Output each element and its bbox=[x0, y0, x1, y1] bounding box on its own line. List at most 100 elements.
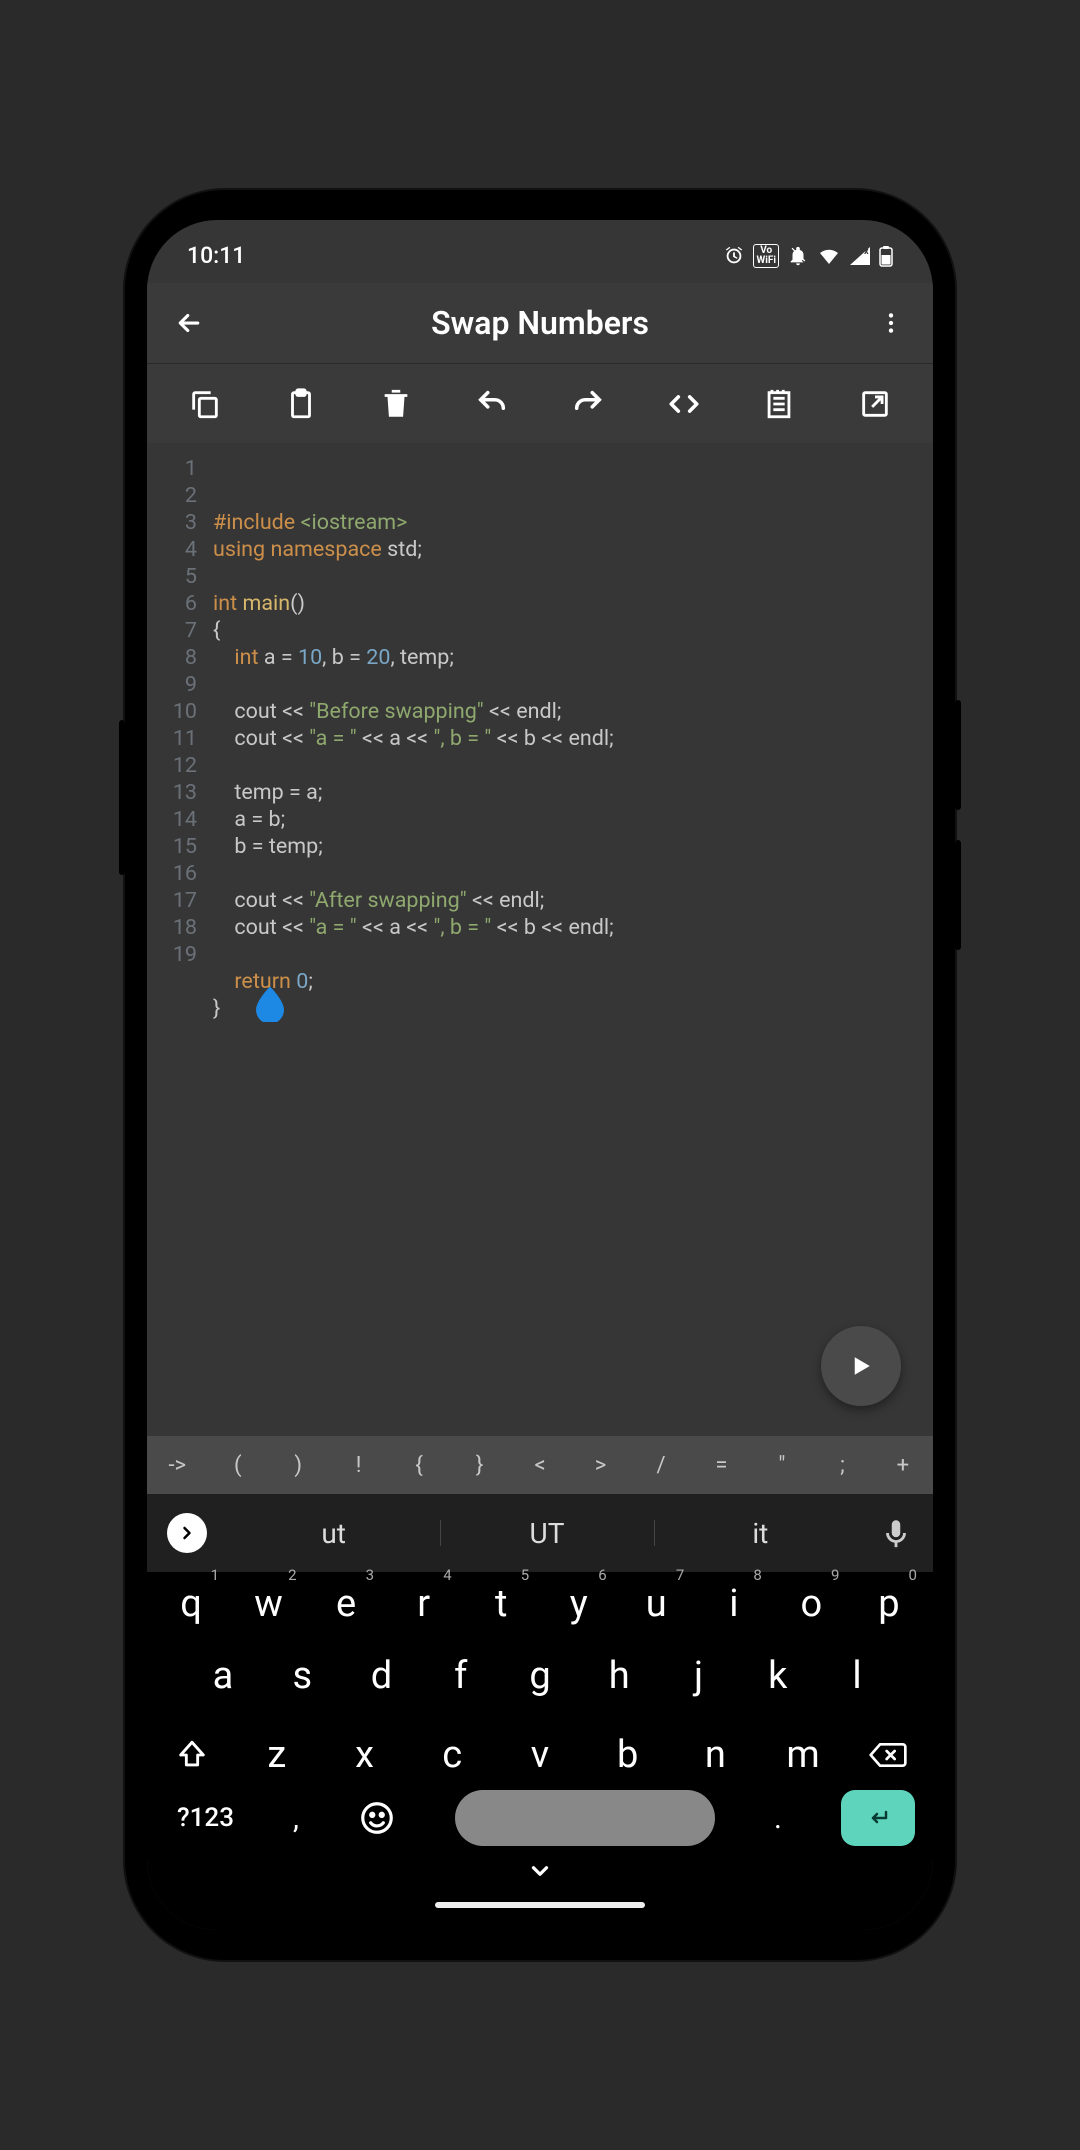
symbol-key[interactable]: = bbox=[691, 1453, 751, 1478]
symbol-key[interactable]: -> bbox=[147, 1453, 207, 1478]
backspace-key[interactable] bbox=[857, 1726, 919, 1784]
delete-button[interactable] bbox=[372, 380, 420, 428]
emoji-key[interactable] bbox=[358, 1799, 396, 1837]
key-c[interactable]: c bbox=[422, 1733, 482, 1777]
symbol-key[interactable]: " bbox=[752, 1453, 812, 1478]
code-line[interactable]: cout << "Before swapping" << endl; bbox=[213, 698, 923, 725]
more-button[interactable] bbox=[867, 299, 915, 347]
power-button[interactable] bbox=[119, 720, 125, 875]
key-l[interactable]: l bbox=[827, 1654, 887, 1698]
redo-button[interactable] bbox=[564, 380, 612, 428]
note-button[interactable] bbox=[755, 380, 803, 428]
symbol-key[interactable]: / bbox=[631, 1453, 691, 1478]
key-w[interactable]: w2 bbox=[239, 1582, 299, 1626]
open-external-button[interactable] bbox=[851, 380, 899, 428]
key-z[interactable]: z bbox=[247, 1733, 307, 1777]
code-line[interactable]: using namespace std; bbox=[213, 536, 923, 563]
key-d[interactable]: d bbox=[352, 1654, 412, 1698]
nav-pill[interactable] bbox=[435, 1902, 645, 1908]
suggestion-item[interactable]: UT bbox=[440, 1517, 653, 1550]
code-line[interactable]: b = temp; bbox=[213, 833, 923, 860]
collapse-keyboard-button[interactable] bbox=[527, 1858, 553, 1884]
key-t[interactable]: t5 bbox=[471, 1582, 531, 1626]
app-bar: Swap Numbers bbox=[147, 283, 933, 363]
key-a[interactable]: a bbox=[193, 1654, 253, 1698]
copy-button[interactable] bbox=[181, 380, 229, 428]
code-line[interactable]: cout << "After swapping" << endl; bbox=[213, 887, 923, 914]
key-b[interactable]: b bbox=[598, 1733, 658, 1777]
code-line[interactable]: temp = a; bbox=[213, 779, 923, 806]
line-number: 3 bbox=[147, 509, 197, 536]
key-p[interactable]: p0 bbox=[859, 1582, 919, 1626]
code-line[interactable] bbox=[213, 563, 923, 590]
symbol-key[interactable]: ( bbox=[207, 1453, 267, 1478]
volume-up-button[interactable] bbox=[955, 700, 961, 810]
code-line[interactable] bbox=[213, 671, 923, 698]
code-line[interactable]: { bbox=[213, 617, 923, 644]
key-i[interactable]: i8 bbox=[704, 1582, 764, 1626]
key-f[interactable]: f bbox=[431, 1654, 491, 1698]
suggestion-item[interactable]: ut bbox=[227, 1517, 440, 1550]
back-button[interactable] bbox=[165, 299, 213, 347]
line-number: 1 bbox=[147, 455, 197, 482]
code-line[interactable] bbox=[213, 941, 923, 968]
symbol-key[interactable]: ! bbox=[328, 1453, 388, 1478]
key-n[interactable]: n bbox=[685, 1733, 745, 1777]
key-j[interactable]: j bbox=[669, 1654, 729, 1698]
paste-button[interactable] bbox=[277, 380, 325, 428]
symbol-key[interactable]: } bbox=[449, 1453, 509, 1478]
code-editor[interactable]: 12345678910111213141516171819 #include <… bbox=[147, 443, 933, 1436]
key-e[interactable]: e3 bbox=[316, 1582, 376, 1626]
code-line[interactable] bbox=[213, 860, 923, 887]
key-h[interactable]: h bbox=[589, 1654, 649, 1698]
symbol-key[interactable]: < bbox=[510, 1453, 570, 1478]
phone-frame: 10:11 VoWiFi x Swap Numbers bbox=[125, 190, 955, 1960]
key-v[interactable]: v bbox=[510, 1733, 570, 1777]
mic-icon[interactable] bbox=[879, 1516, 913, 1550]
key-o[interactable]: o9 bbox=[781, 1582, 841, 1626]
code-line[interactable]: cout << "a = " << a << ", b = " << b << … bbox=[213, 914, 923, 941]
paste-icon bbox=[284, 387, 318, 421]
code-content[interactable]: #include <iostream>using namespace std; … bbox=[207, 443, 933, 1436]
code-tags-button[interactable] bbox=[660, 380, 708, 428]
key-q[interactable]: q1 bbox=[161, 1582, 221, 1626]
key-g[interactable]: g bbox=[510, 1654, 570, 1698]
symbol-key[interactable]: + bbox=[873, 1453, 933, 1478]
wifi-icon bbox=[817, 246, 841, 266]
comma-key[interactable]: , bbox=[293, 1801, 299, 1836]
period-key[interactable]: . bbox=[774, 1801, 782, 1836]
enter-key[interactable] bbox=[841, 1790, 915, 1846]
code-line[interactable]: a = b; bbox=[213, 806, 923, 833]
key-k[interactable]: k bbox=[748, 1654, 808, 1698]
line-number: 11 bbox=[147, 725, 197, 752]
shift-key[interactable] bbox=[161, 1726, 223, 1784]
code-line[interactable]: int a = 10, b = 20, temp; bbox=[213, 644, 923, 671]
key-x[interactable]: x bbox=[335, 1733, 395, 1777]
code-line[interactable]: cout << "a = " << a << ", b = " << b << … bbox=[213, 725, 923, 752]
key-r[interactable]: r4 bbox=[394, 1582, 454, 1626]
symbol-key[interactable]: { bbox=[389, 1453, 449, 1478]
key-s[interactable]: s bbox=[272, 1654, 332, 1698]
space-key[interactable] bbox=[455, 1790, 715, 1846]
expand-suggestions-button[interactable] bbox=[167, 1513, 207, 1553]
key-u[interactable]: u7 bbox=[626, 1582, 686, 1626]
suggestion-item[interactable]: it bbox=[654, 1517, 867, 1550]
code-line[interactable]: #include <iostream> bbox=[213, 509, 923, 536]
keyboard-row-3-letters: zxcvbnm bbox=[223, 1733, 857, 1777]
trash-icon bbox=[379, 387, 413, 421]
run-button[interactable] bbox=[821, 1326, 901, 1406]
symbol-key[interactable]: ; bbox=[812, 1453, 872, 1478]
code-line[interactable]: int main() bbox=[213, 590, 923, 617]
numeric-key[interactable]: ?123 bbox=[177, 1803, 234, 1833]
code-line[interactable]: return 0; bbox=[213, 968, 923, 995]
undo-button[interactable] bbox=[468, 380, 516, 428]
code-line[interactable] bbox=[213, 752, 923, 779]
symbol-key[interactable]: > bbox=[570, 1453, 630, 1478]
cursor-handle[interactable] bbox=[203, 959, 231, 995]
code-line[interactable]: } bbox=[213, 995, 923, 1022]
key-y[interactable]: y6 bbox=[549, 1582, 609, 1626]
symbol-key[interactable]: ) bbox=[268, 1453, 328, 1478]
line-number: 5 bbox=[147, 563, 197, 590]
volume-down-button[interactable] bbox=[955, 840, 961, 950]
key-m[interactable]: m bbox=[773, 1733, 833, 1777]
